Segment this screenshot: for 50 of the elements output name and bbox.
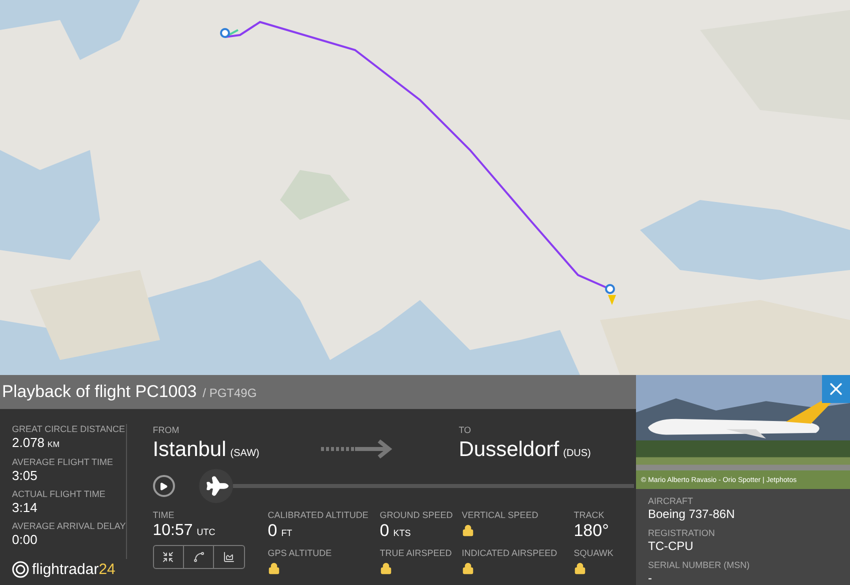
route-arrow-icon	[320, 439, 393, 459]
metric-unit: FT	[281, 527, 292, 540]
time-unit: UTC	[196, 526, 216, 539]
metric-label: VERTICAL SPEED	[462, 509, 540, 521]
stat-value: 2.078	[12, 434, 45, 450]
flight-title: Playback of flight PC1003	[2, 381, 197, 403]
metric-value: 0	[268, 521, 278, 541]
destination-code: (DUS)	[563, 447, 591, 461]
stat-value: 0:00	[12, 532, 38, 546]
playback-thumb[interactable]	[198, 469, 233, 503]
from-label: FROM	[152, 424, 180, 436]
time-value: 10:57	[152, 521, 193, 541]
aircraft-label: SERIAL NUMBER (MSN)	[648, 560, 751, 571]
to-label: TO	[458, 424, 472, 436]
stat-value: 3:14	[12, 500, 38, 514]
metric-label: GPS ALTITUDE	[268, 547, 333, 559]
playback-track[interactable]	[232, 484, 634, 488]
aircraft-value: TC-CPU	[648, 539, 694, 553]
origin-code: (SAW)	[230, 447, 260, 461]
metric-unit: KTS	[393, 527, 411, 540]
metric-value: 180°	[574, 521, 609, 541]
aircraft-value: -	[648, 571, 653, 585]
origin-city: Istanbul	[152, 437, 226, 463]
aircraft-label: AIRCRAFT	[648, 496, 694, 507]
metric-label: CALIBRATED ALTITUDE	[268, 509, 370, 521]
stat-label: AVERAGE ARRIVAL DELAY	[12, 520, 126, 532]
metric-label: SQUAWK	[574, 547, 614, 559]
metric-label: TRUE AIRSPEED	[380, 547, 453, 559]
route-icon	[192, 551, 205, 563]
aircraft-value: Boeing 737-86N	[648, 507, 736, 521]
close-button[interactable]	[822, 375, 850, 403]
aircraft-label: REGISTRATION	[648, 528, 716, 539]
stat-value: 3:05	[12, 468, 38, 482]
radar-logo-icon	[12, 561, 29, 578]
play-button[interactable]	[152, 475, 175, 497]
metric-label: INDICATED AIRSPEED	[462, 547, 558, 559]
brand-logo: flightradar24	[32, 560, 116, 580]
callsign: / PGT49G	[202, 385, 257, 402]
collapse-icon	[162, 551, 174, 563]
metric-label: TRACK	[574, 509, 606, 521]
stat-label: GREAT CIRCLE DISTANCE	[12, 424, 126, 434]
metric-value: 0	[380, 521, 390, 541]
stat-label: ACTUAL FLIGHT TIME	[12, 488, 106, 500]
area-chart-icon	[223, 551, 236, 563]
stat-unit: KM	[48, 438, 60, 450]
time-label: TIME	[152, 509, 176, 521]
destination-city: Dusseldorf	[458, 437, 560, 463]
metric-label: GROUND SPEED	[380, 509, 454, 521]
stat-label: AVERAGE FLIGHT TIME	[12, 456, 114, 468]
play-icon	[159, 482, 168, 490]
